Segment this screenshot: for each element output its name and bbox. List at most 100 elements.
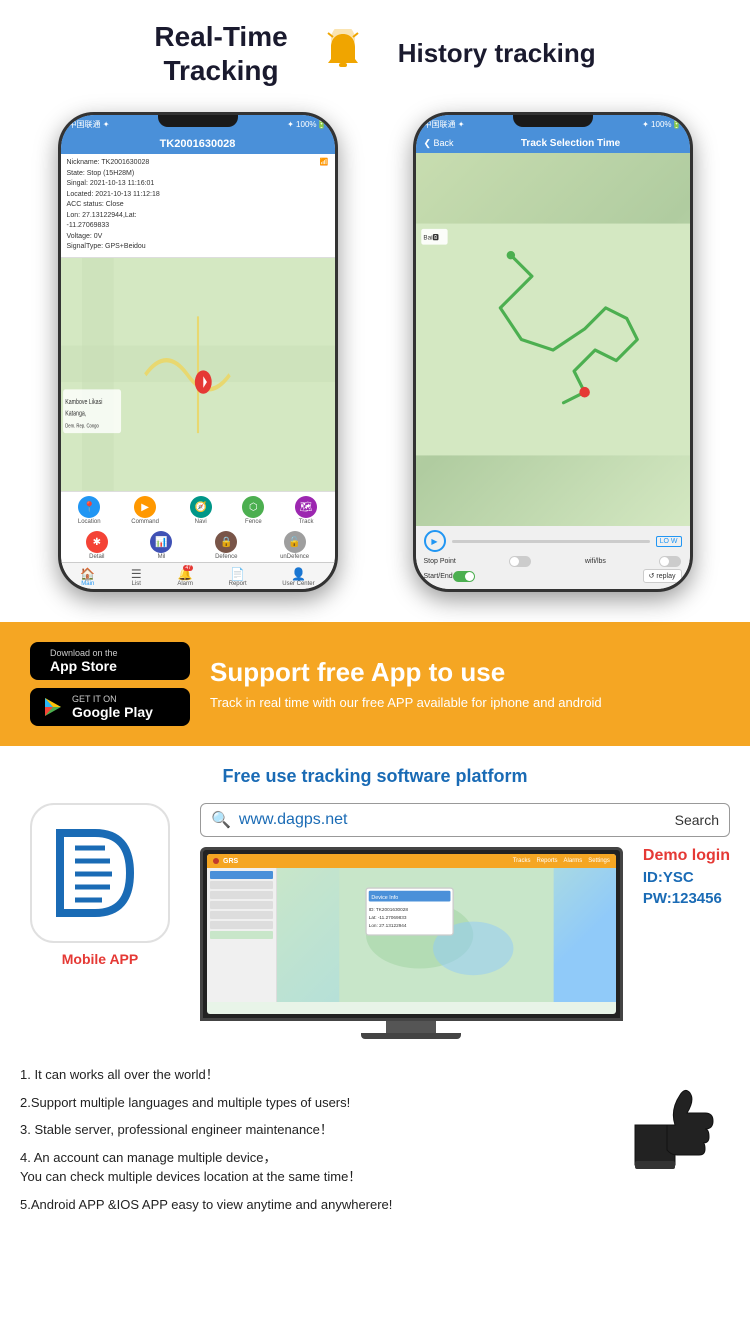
nav-detail[interactable]: ✱ Detail <box>86 531 108 560</box>
svg-text:Katanga,: Katanga, <box>65 410 86 418</box>
monitor-top-bar: GRS Tracks Reports Alarms Settings <box>207 854 616 868</box>
demo-login-section: Demo login ID:YSC PW:123456 <box>643 847 730 907</box>
bottom-nav-user[interactable]: 👤 User Center <box>282 567 314 587</box>
svg-text:Lat: -11.27069833: Lat: -11.27069833 <box>369 915 407 920</box>
monitor-stand <box>386 1021 436 1033</box>
progress-bar[interactable] <box>452 540 650 543</box>
platform-section: Free use tracking software platform Mob <box>0 746 750 1049</box>
google-play-large-text: Google Play <box>72 704 153 720</box>
app-icon-section: Mobile APP <box>20 803 180 967</box>
feature-2: 2.Support multiple languages and multipl… <box>20 1093 600 1113</box>
phone2-notch <box>513 115 593 127</box>
nav-navi[interactable]: 🧭 Navi <box>190 496 212 525</box>
thumbs-up-section <box>610 1065 730 1175</box>
store-buttons: Download on the App Store GET IT ON Goog… <box>30 642 190 726</box>
wifi-lbs-toggle[interactable] <box>659 556 681 567</box>
monitor-row: GRS Tracks Reports Alarms Settings <box>200 847 730 1039</box>
title-history: History tracking <box>398 38 596 69</box>
monitor-map: Device Info ID: TK2001630028 Lat: -11.27… <box>277 868 616 1002</box>
nav-undefence[interactable]: 🔓 unDefence <box>280 531 309 560</box>
mobile-app-label: Mobile APP <box>62 951 139 967</box>
phone1-screen: 中国联通 ✦ 11:16 ✦ 100%🔋 TK2001630028 Nickna… <box>61 115 335 589</box>
search-button[interactable]: Search <box>675 812 719 828</box>
phone1-mockup: 中国联通 ✦ 11:16 ✦ 100%🔋 TK2001630028 Nickna… <box>58 112 338 592</box>
nav-mil[interactable]: 📊 Mil <box>150 531 172 560</box>
search-bar: 🔍 www.dagps.net Search <box>200 803 730 837</box>
back-button[interactable]: ❮ Back <box>424 138 454 149</box>
phone2-mockup: 中国联通 ✦ 11:16 ✦ 100%🔋 ❮ Back Track Select… <box>413 112 693 592</box>
app-store-small-text: Download on the <box>50 648 118 658</box>
phone2-track-title: Track Selection Time <box>521 138 620 149</box>
feature-3: 3. Stable server, professional engineer … <box>20 1120 600 1140</box>
desktop-monitor: GRS Tracks Reports Alarms Settings <box>200 847 623 1039</box>
phone2-screen: 中国联通 ✦ 11:16 ✦ 100%🔋 ❮ Back Track Select… <box>416 115 690 589</box>
monitor-base <box>361 1033 461 1039</box>
svg-text:Kambove Likasi: Kambove Likasi <box>65 398 102 406</box>
stop-point-toggle[interactable] <box>509 556 531 567</box>
features-section: 1. It can works all over the world！ 2.Su… <box>0 1049 750 1242</box>
phone1-notch <box>158 115 238 127</box>
dagps-icon <box>30 803 170 943</box>
feature-4: 4. An account can manage multiple device… <box>20 1148 600 1187</box>
phone2-map: Bai🅱 <box>416 153 690 526</box>
platform-content: Mobile APP 🔍 www.dagps.net Search GRS <box>20 803 730 1039</box>
demo-pw: PW:123456 <box>643 890 730 907</box>
phone1-nav-row1: 📍 Location ▶ Command 🧭 Navi ⬡ <box>61 491 335 529</box>
nav-command[interactable]: ▶ Command <box>131 496 159 525</box>
search-url: www.dagps.net <box>239 811 667 829</box>
features-text: 1. It can works all over the world！ 2.Su… <box>20 1065 600 1222</box>
nav-fence[interactable]: ⬡ Fence <box>242 496 264 525</box>
demo-id: ID:YSC <box>643 869 730 886</box>
feature-5: 5.Android APP &IOS APP easy to view anyt… <box>20 1195 600 1215</box>
svg-text:Bai🅱: Bai🅱 <box>423 234 438 242</box>
play-store-icon <box>42 696 64 718</box>
yellow-banner: Download on the App Store GET IT ON Goog… <box>0 622 750 746</box>
top-section: Real-Time Tracking History tracking 中国联通 <box>0 0 750 612</box>
phone2-header: ❮ Back Track Selection Time <box>416 134 690 153</box>
platform-title: Free use tracking software platform <box>20 766 730 787</box>
start-end-label: Start/End <box>424 573 453 580</box>
banner-main-text: Support free App to use <box>210 657 720 688</box>
nav-location[interactable]: 📍 Location <box>78 496 101 525</box>
app-store-button[interactable]: Download on the App Store <box>30 642 190 680</box>
google-play-button[interactable]: GET IT ON Google Play <box>30 688 190 726</box>
phone1-nav-row2: ✱ Detail 📊 Mil 🔒 Defence 🔓 <box>61 529 335 562</box>
svg-text:ID: TK2001630028: ID: TK2001630028 <box>369 907 409 912</box>
monitor-screen: GRS Tracks Reports Alarms Settings <box>207 854 616 1014</box>
phone1-content: Nickname: TK2001630028 📶 State: Stop (15… <box>61 154 335 491</box>
playback-controls: ▶ LO W Stop Point wifi/lbs Start/End <box>416 526 690 589</box>
stop-point-label: Stop Point <box>424 558 456 565</box>
play-button[interactable]: ▶ <box>424 530 446 552</box>
phone1-device-info: Nickname: TK2001630028 📶 State: Stop (15… <box>61 154 335 258</box>
top-titles: Real-Time Tracking History tracking <box>20 20 730 87</box>
phone2-container: 中国联通 ✦ 11:16 ✦ 100%🔋 ❮ Back Track Select… <box>403 112 703 592</box>
monitor-screen-wrapper: GRS Tracks Reports Alarms Settings <box>200 847 623 1021</box>
playback-row: ▶ LO W <box>424 530 682 552</box>
nav-defence[interactable]: 🔒 Defence <box>215 531 237 560</box>
banner-text-block: Support free App to use Track in real ti… <box>210 657 720 712</box>
stop-point-row: Stop Point wifi/lbs <box>424 556 682 567</box>
start-end-row: Start/End ↺ replay <box>424 569 682 583</box>
replay-button[interactable]: ↺ replay <box>643 569 682 583</box>
app-store-large-text: App Store <box>50 658 118 674</box>
nav-track[interactable]: 🗺 Track <box>295 496 317 525</box>
phones-row: 中国联通 ✦ 11:16 ✦ 100%🔋 TK2001630028 Nickna… <box>20 102 730 602</box>
wifi-lbs-label: wifi/lbs <box>585 558 606 565</box>
start-end-toggle[interactable] <box>453 571 475 582</box>
bell-icon <box>318 29 368 79</box>
monitor-main: Device Info ID: TK2001630028 Lat: -11.27… <box>277 868 616 1002</box>
feature-1: 1. It can works all over the world！ <box>20 1065 600 1085</box>
bottom-nav-alarm[interactable]: 🔔 47 Alarm <box>177 567 193 587</box>
phone1-header: TK2001630028 <box>61 134 335 154</box>
banner-sub-text: Track in real time with our free APP ava… <box>210 694 720 712</box>
bottom-nav-report[interactable]: 📄 Report <box>229 567 247 587</box>
bottom-nav-main[interactable]: 🏠 Main <box>80 567 95 587</box>
monitor-sidebar <box>207 868 277 1002</box>
bottom-nav-list[interactable]: ☰ List <box>131 567 142 587</box>
google-play-small-text: GET IT ON <box>72 694 153 704</box>
title-realtime: Real-Time Tracking <box>154 20 287 87</box>
phone1-container: 中国联通 ✦ 11:16 ✦ 100%🔋 TK2001630028 Nickna… <box>48 112 348 592</box>
phone1-map: Kambove Likasi Katanga, Dem. Rep. Congo <box>61 258 335 492</box>
search-icon: 🔍 <box>211 810 231 830</box>
demo-login-label: Demo login <box>643 847 730 865</box>
